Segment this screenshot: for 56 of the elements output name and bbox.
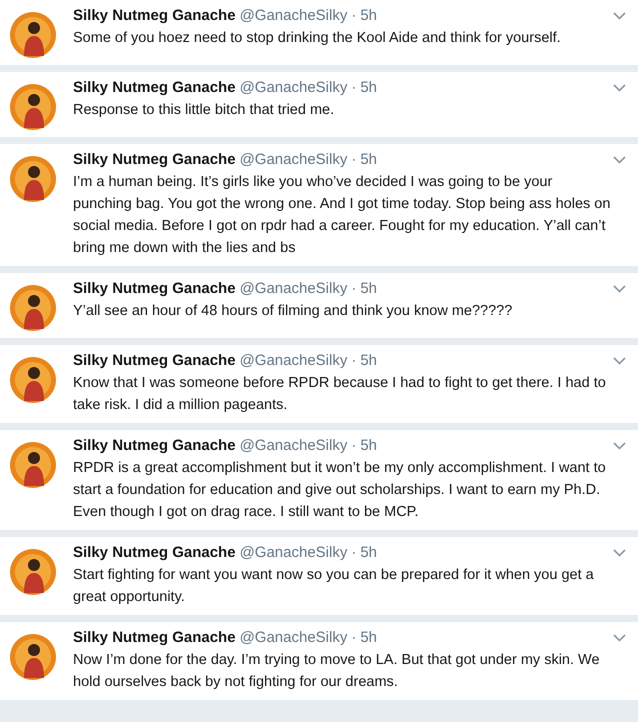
avatar: [10, 84, 56, 130]
tweet-text: Some of you hoez need to stop drinking the Kool Aide and think for yourself.: [73, 29, 562, 48]
timestamp[interactable]: 5h: [360, 150, 378, 170]
author-name[interactable]: Silky Nutmeg Ganache: [73, 279, 236, 299]
separator-dot: ·: [351, 351, 356, 371]
separator-dot: ·: [351, 543, 356, 563]
author-handle: @GanacheSilky: [240, 78, 348, 98]
chevron-down-icon[interactable]: [613, 84, 626, 92]
chevron-down-icon[interactable]: [613, 442, 626, 450]
avatar: [10, 285, 56, 331]
author-name[interactable]: Silky Nutmeg Ganache: [73, 78, 236, 98]
separator-dot: ·: [351, 6, 356, 26]
chevron-down-icon[interactable]: [613, 156, 626, 164]
separator-dot: ·: [351, 78, 356, 98]
author-name[interactable]: Silky Nutmeg Ganache: [73, 150, 236, 170]
timestamp[interactable]: 5h: [360, 279, 378, 299]
tweet-text: Now I’m done for the day. I’m trying to move to LA. But that got under my skin. We hold ourselves back by not fighting for our dreams.: [73, 651, 601, 692]
author-handle: @GanacheSilky: [240, 279, 348, 299]
author-name[interactable]: Silky Nutmeg Ganache: [73, 628, 236, 648]
avatar: [10, 12, 56, 58]
avatar: [10, 156, 56, 202]
avatar: [10, 549, 56, 595]
tweet-text: I’m a human being. It’s girls like you who’ve decided I was going to be your punching bag. You got the wrong one. And I got time today. Stop being ass holes on social media. Before I got on rpdr had a career. Fought for my education. Y’all can’t bring me down with the lies and bs: [73, 173, 612, 258]
timestamp[interactable]: 5h: [360, 6, 378, 26]
separator-dot: ·: [351, 150, 356, 170]
author-handle: @GanacheSilky: [240, 6, 348, 26]
chevron-down-icon[interactable]: [613, 12, 626, 20]
timestamp[interactable]: 5h: [360, 628, 378, 648]
author-name[interactable]: Silky Nutmeg Ganache: [73, 543, 236, 563]
timestamp[interactable]: 5h: [360, 543, 378, 563]
tweet-text: Know that I was someone before RPDR because I had to fight to get there. I had to take risk. I did a million pageants.: [73, 374, 607, 415]
separator-dot: ·: [351, 628, 356, 648]
chevron-down-icon[interactable]: [613, 357, 626, 365]
author-name[interactable]: Silky Nutmeg Ganache: [73, 436, 236, 456]
avatar: [10, 634, 56, 680]
separator-dot: ·: [351, 279, 356, 299]
timestamp[interactable]: 5h: [360, 78, 378, 98]
author-name[interactable]: Silky Nutmeg Ganache: [73, 351, 236, 371]
tweet-text: RPDR is a great accomplishment but it won’t be my only accomplishment. I want to start a foundation for education and give out scholarships. I want to earn my Ph.D. Even though I got on drag race. I still want to be MCP.: [73, 459, 607, 522]
author-handle: @GanacheSilky: [240, 150, 348, 170]
avatar: [10, 357, 56, 403]
author-handle: @GanacheSilky: [240, 436, 348, 456]
author-name[interactable]: Silky Nutmeg Ganache: [73, 6, 236, 26]
avatar: [10, 442, 56, 488]
timestamp[interactable]: 5h: [360, 351, 378, 371]
chevron-down-icon[interactable]: [613, 285, 626, 293]
tweet-text: Response to this little bitch that tried me.: [73, 101, 336, 120]
chevron-down-icon[interactable]: [613, 549, 626, 557]
tweet-text: Y’all see an hour of 48 hours of filming and think you know me?????: [73, 302, 514, 321]
timestamp[interactable]: 5h: [360, 436, 378, 456]
author-handle: @GanacheSilky: [240, 351, 348, 371]
chevron-down-icon[interactable]: [613, 634, 626, 642]
author-handle: @GanacheSilky: [240, 628, 348, 648]
separator-dot: ·: [351, 436, 356, 456]
tweet-text: Start fighting for want you want now so you can be prepared for it when you get a great opportunity.: [73, 566, 595, 607]
author-handle: @GanacheSilky: [240, 543, 348, 563]
